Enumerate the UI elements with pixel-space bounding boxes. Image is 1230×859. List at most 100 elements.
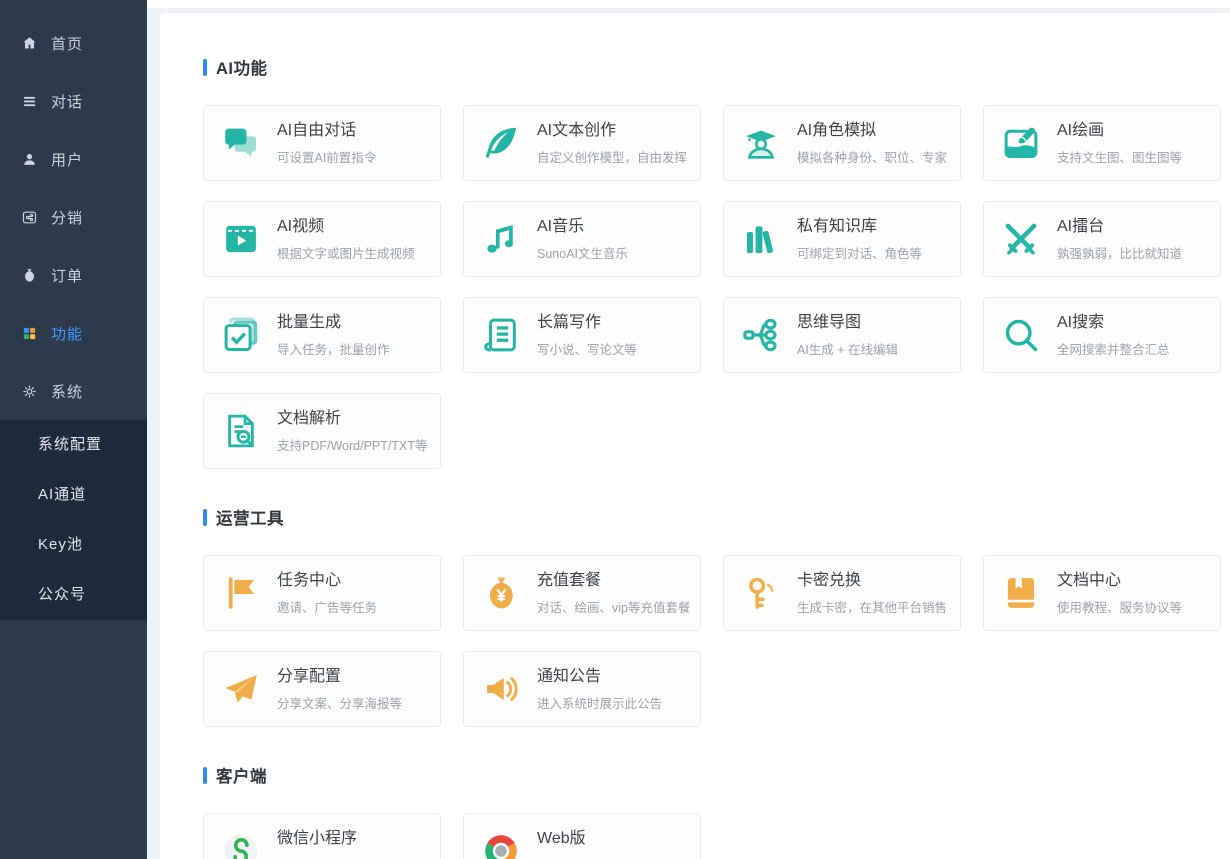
feature-card-subtitle: 进入系统时展示此公告 (537, 696, 663, 711)
feature-card-icon (218, 120, 264, 166)
feature-card[interactable]: AI自由对话 可设置AI前置指令 (203, 105, 441, 181)
submenu-item[interactable]: Key池 (0, 520, 147, 570)
feature-card-icon (998, 216, 1044, 262)
feature-card-title: AI文本创作 (537, 121, 617, 139)
feature-card[interactable]: 批量生成 导入任务，批量创作 (203, 297, 441, 373)
feature-card-subtitle: 支持文生图、图生图等 (1057, 150, 1183, 165)
feature-card[interactable]: AI擂台 孰强孰弱，比比就知道 (983, 201, 1221, 277)
sidebar-item-icon (21, 383, 38, 400)
card-grid-ai: AI自由对话 可设置AI前置指令 AI文本创作 自定义创作模型，自由发挥 AI角… (203, 105, 1230, 469)
submenu-item-label: AI通道 (38, 486, 87, 503)
feature-card-subtitle: 分享文案、分享海报等 (277, 696, 403, 711)
feature-card-subtitle: 对话、绘画、vip等充值套餐 (537, 600, 691, 615)
sidebar-item-label: 分销 (51, 209, 84, 227)
section-title: AI功能 (203, 55, 1230, 79)
feature-card-subtitle: 自定义创作模型，自由发挥 (537, 150, 688, 165)
feature-card-title: AI视频 (277, 217, 325, 235)
sidebar-item-icon (21, 35, 38, 52)
section-ai-features: AI功能 AI自由对话 可设置AI前置指令 AI文本创作 自定义创作模型，自由发… (203, 55, 1230, 469)
feature-card-icon (478, 120, 524, 166)
feature-card[interactable]: 私有知识库 可绑定到对话、角色等 (723, 201, 961, 277)
section-title-text: 运营工具 (216, 510, 284, 528)
feature-card-icon (998, 312, 1044, 358)
feature-card-subtitle: 邀请、广告等任务 (277, 600, 378, 615)
feature-card-title: 批量生成 (277, 313, 342, 331)
feature-card[interactable]: AI搜索 全网搜索并整合汇总 (983, 297, 1221, 373)
section-title: 运营工具 (203, 505, 1230, 529)
sidebar-item[interactable]: 功能 (0, 304, 147, 362)
feature-card-title: AI角色模拟 (797, 121, 877, 139)
section-title-bar (203, 766, 207, 784)
main-panel: AI功能 AI自由对话 可设置AI前置指令 AI文本创作 自定义创作模型，自由发… (160, 13, 1230, 859)
sidebar-item-label: 功能 (51, 325, 84, 343)
feature-card-title: 卡密兑换 (797, 571, 862, 589)
feature-card-subtitle: 全网搜索并整合汇总 (1057, 342, 1170, 357)
section-title: 客户端 (203, 763, 1230, 787)
feature-card[interactable]: Web版 管理PC版、H5版 (463, 813, 701, 859)
feature-card-title: 通知公告 (537, 667, 602, 685)
sidebar-item[interactable]: 用户 (0, 130, 147, 188)
section-title-text: AI功能 (216, 60, 268, 78)
submenu-item-label: 系统配置 (38, 436, 103, 453)
feature-card-subtitle: 导入任务，批量创作 (277, 342, 390, 357)
feature-card[interactable]: AI绘画 支持文生图、图生图等 (983, 105, 1221, 181)
sidebar-item[interactable]: 分销 (0, 188, 147, 246)
section-title-bar (203, 508, 207, 526)
feature-card-title: 长篇写作 (537, 313, 602, 331)
feature-card-icon (738, 312, 784, 358)
sidebar-item-label: 对话 (51, 93, 84, 111)
feature-card-subtitle: 可设置AI前置指令 (277, 150, 377, 165)
feature-card-icon (738, 120, 784, 166)
feature-card[interactable]: 思维导图 AI生成 + 在线编辑 (723, 297, 961, 373)
sidebar-item-label: 用户 (51, 151, 84, 169)
feature-card-icon (738, 570, 784, 616)
feature-card-icon (218, 408, 264, 454)
feature-card-title: 文档中心 (1057, 571, 1122, 589)
sidebar-item-label: 订单 (51, 267, 84, 285)
feature-card[interactable]: 长篇写作 写小说、写论文等 (463, 297, 701, 373)
feature-card[interactable]: 通知公告 进入系统时展示此公告 (463, 651, 701, 727)
section-operation-tools: 运营工具 任务中心 邀请、广告等任务 充值套餐 对话、绘画、vip等充值套餐 卡… (203, 505, 1230, 727)
feature-card[interactable]: 充值套餐 对话、绘画、vip等充值套餐 (463, 555, 701, 631)
feature-card[interactable]: AI文本创作 自定义创作模型，自由发挥 (463, 105, 701, 181)
feature-card-icon (478, 570, 524, 616)
sidebar-item[interactable]: 订单 (0, 246, 147, 304)
sidebar-menu: 首页 对话 用户 分销 订单 功能 系统 (0, 0, 147, 420)
submenu-item[interactable]: 公众号 (0, 570, 147, 620)
feature-card-subtitle: 根据文字或图片生成视频 (277, 246, 415, 261)
sidebar-item-icon (21, 325, 38, 342)
feature-card[interactable]: 卡密兑换 生成卡密，在其他平台销售 (723, 555, 961, 631)
feature-card-subtitle: 使用教程、服务协议等 (1057, 600, 1183, 615)
feature-card[interactable]: 任务中心 邀请、广告等任务 (203, 555, 441, 631)
feature-card-title: 微信小程序 (277, 829, 358, 847)
feature-card-subtitle: SunoAI文生音乐 (537, 246, 629, 261)
feature-card-icon (998, 570, 1044, 616)
section-clients: 客户端 微信小程序 参数配置、代码上传等 (203, 763, 1230, 859)
feature-card-icon (478, 828, 524, 859)
feature-card-subtitle: 支持PDF/Word/PPT/TXT等 (277, 438, 428, 453)
sidebar-item[interactable]: 系统 (0, 362, 147, 420)
top-bar (147, 0, 1230, 8)
feature-card-icon (218, 666, 264, 712)
feature-card-title: AI绘画 (1057, 121, 1105, 139)
feature-card[interactable]: AI视频 根据文字或图片生成视频 (203, 201, 441, 277)
sidebar-item[interactable]: 首页 (0, 14, 147, 72)
feature-card[interactable]: 微信小程序 参数配置、代码上传等 (203, 813, 441, 859)
sidebar-item[interactable]: 对话 (0, 72, 147, 130)
feature-card[interactable]: AI角色模拟 模拟各种身份、职位、专家 (723, 105, 961, 181)
feature-card-title: AI擂台 (1057, 217, 1105, 235)
feature-card-icon (218, 312, 264, 358)
feature-card-subtitle: 孰强孰弱，比比就知道 (1057, 246, 1183, 261)
feature-card[interactable]: 文档中心 使用教程、服务协议等 (983, 555, 1221, 631)
sidebar-item-icon (21, 151, 38, 168)
feature-card[interactable]: 文档解析 支持PDF/Word/PPT/TXT等 (203, 393, 441, 469)
sidebar-item-label: 系统 (51, 383, 84, 401)
submenu-item[interactable]: 系统配置 (0, 420, 147, 470)
feature-card-title: 分享配置 (277, 667, 342, 685)
feature-card-title: 充值套餐 (537, 571, 602, 589)
feature-card[interactable]: 分享配置 分享文案、分享海报等 (203, 651, 441, 727)
section-title-text: 客户端 (216, 768, 267, 786)
submenu-item[interactable]: AI通道 (0, 470, 147, 520)
feature-card[interactable]: AI音乐 SunoAI文生音乐 (463, 201, 701, 277)
feature-card-title: Web版 (537, 829, 586, 847)
